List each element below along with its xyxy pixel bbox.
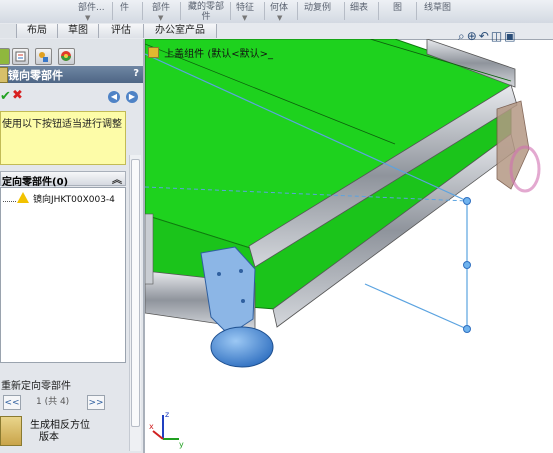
- warning-icon: [17, 192, 29, 203]
- toolbar-label[interactable]: 特征: [236, 0, 254, 13]
- collapse-chevron-icon[interactable]: ︽: [112, 171, 122, 186]
- next-button[interactable]: >>: [87, 395, 105, 410]
- dropdown-icon[interactable]: ▼: [242, 14, 247, 22]
- flip-label-line1: 生成相反方位: [30, 420, 90, 431]
- assembly-icon: [148, 47, 159, 58]
- scrollbar-thumb[interactable]: [131, 159, 140, 427]
- configuration-manager-tab-icon[interactable]: [35, 48, 52, 65]
- property-list-icon: [15, 51, 26, 62]
- tab-overflow[interactable]: [0, 24, 17, 38]
- command-manager-toolbar: 部件... ▼ 件 部件 ▼ 藏的零部件 特征 ▼ 何体 ▼ 动复例 细表 图 …: [0, 0, 553, 24]
- property-manager-panel: 镜向零部件 ? ✔ ✖ ◀ ▶ 使用以下按钮适当进行调整 定向零部件(0) ︽ …: [0, 39, 145, 453]
- flip-orientation-icon[interactable]: [0, 416, 22, 446]
- help-icon[interactable]: ?: [133, 68, 139, 79]
- caster-foot[interactable]: [210, 326, 274, 368]
- tab-sketch[interactable]: 草图: [58, 24, 99, 38]
- display-manager-tab-icon[interactable]: [58, 48, 75, 65]
- flip-orientation-label[interactable]: 生成相反方位 版本: [30, 420, 90, 444]
- section-title: 定向零部件(0): [2, 177, 69, 188]
- toolbar-separator: [344, 2, 345, 20]
- breadcrumb-text: 上盖组件 (默认<默认>_: [164, 49, 274, 60]
- toolbar-label[interactable]: 图: [393, 0, 402, 13]
- toolbar-label[interactable]: 件: [120, 0, 129, 13]
- selection-handle[interactable]: [463, 261, 471, 269]
- selection-handle[interactable]: [463, 325, 471, 333]
- toolbar-label[interactable]: 细表: [350, 0, 368, 13]
- x-axis-label: x: [149, 422, 154, 431]
- toolbar-separator: [378, 2, 379, 20]
- manager-tab-row: [0, 39, 143, 65]
- selection-handle[interactable]: [463, 197, 471, 205]
- dropdown-icon[interactable]: ▼: [158, 14, 163, 22]
- message-box: 使用以下按钮适当进行调整: [0, 111, 126, 165]
- ok-check-icon[interactable]: ✔: [0, 89, 11, 104]
- toolbar-separator: [142, 2, 143, 20]
- y-axis-label: y: [179, 440, 184, 449]
- toolbar-separator: [297, 2, 298, 20]
- graphics-viewport[interactable]: 上盖组件 (默认<默认>_ ⌕⊕↶◫▣ z y x: [145, 29, 553, 453]
- zoom-fit-icon[interactable]: ⌕: [458, 29, 467, 43]
- toolbar-label[interactable]: 部件...: [78, 0, 105, 13]
- toolbar-label[interactable]: 线草图: [424, 0, 451, 13]
- heads-up-view-toolbar: ⌕⊕↶◫▣: [458, 29, 518, 44]
- vertical-scrollbar[interactable]: [129, 155, 141, 451]
- components-list[interactable]: 镜向JHKT00X003-4: [0, 187, 126, 363]
- property-manager-tab-icon[interactable]: [12, 48, 29, 65]
- tree-connector: [3, 201, 16, 203]
- toolbar-label[interactable]: 何体: [270, 0, 288, 13]
- tab-layout[interactable]: 布局: [17, 24, 58, 38]
- z-axis-label: z: [165, 410, 169, 419]
- bracket-rivet: [241, 299, 245, 303]
- page-indicator: 1 (共 4): [36, 397, 70, 407]
- property-manager-header: 镜向零部件 ?: [0, 66, 143, 83]
- configuration-icon: [39, 52, 48, 62]
- toolbar-separator: [416, 2, 417, 20]
- tab-office-products[interactable]: 办公室产品: [144, 24, 217, 38]
- previous-button[interactable]: <<: [3, 395, 21, 410]
- view-orientation-icon[interactable]: ▣: [504, 29, 517, 43]
- mirror-component-icon: [0, 67, 8, 83]
- back-arrow-icon[interactable]: ◀: [108, 91, 120, 103]
- appearance-ball-icon: [61, 51, 71, 61]
- toolbar-label[interactable]: 藏的零部件: [184, 2, 228, 22]
- cad-model-graphic[interactable]: [145, 39, 553, 453]
- feature-manager-tab-icon[interactable]: [0, 48, 10, 65]
- toolbar-label[interactable]: 动复例: [304, 0, 331, 13]
- toolbar-separator: [112, 2, 113, 20]
- model-breadcrumb[interactable]: 上盖组件 (默认<默认>_: [148, 45, 273, 60]
- dropdown-icon[interactable]: ▼: [277, 14, 282, 22]
- property-manager-title: 镜向零部件: [8, 69, 63, 82]
- toolbar-label[interactable]: 部件: [152, 0, 170, 13]
- next-arrow-icon[interactable]: ▶: [126, 91, 138, 103]
- toolbar-separator: [180, 2, 181, 20]
- bracket-rivet: [239, 269, 243, 273]
- tab-evaluate[interactable]: 评估: [99, 24, 144, 38]
- dropdown-icon[interactable]: ▼: [85, 14, 90, 22]
- orient-components-section-header[interactable]: 定向零部件(0) ︽: [0, 171, 126, 188]
- cancel-x-icon[interactable]: ✖: [12, 88, 23, 103]
- model-side-strip: [145, 213, 154, 285]
- toolbar-separator: [264, 2, 265, 20]
- list-item-label: 镜向JHKT00X003-4: [33, 195, 115, 205]
- axis-triad: z y x: [149, 410, 184, 449]
- message-text: 使用以下按钮适当进行调整: [2, 119, 122, 130]
- toolbar-separator: [230, 2, 231, 20]
- reorient-component-label: 重新定向零部件: [1, 381, 71, 392]
- section-view-icon[interactable]: ◫: [491, 29, 504, 43]
- bracket-rivet: [217, 272, 221, 276]
- zoom-area-icon[interactable]: ⊕: [467, 29, 479, 43]
- flip-label-line2: 版本: [39, 432, 59, 443]
- previous-view-icon[interactable]: ↶: [479, 29, 491, 43]
